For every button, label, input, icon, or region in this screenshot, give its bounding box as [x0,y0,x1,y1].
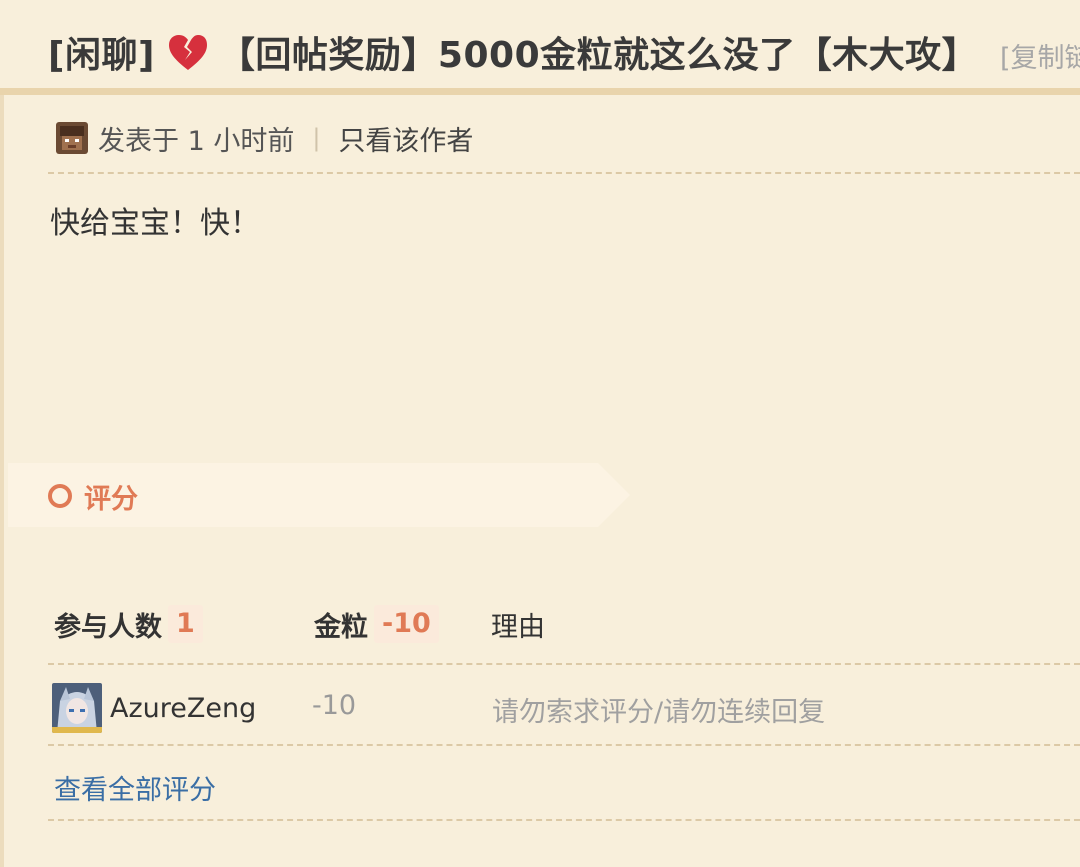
table-row: AzureZeng [52,682,256,734]
rating-title: 评分 [48,476,138,516]
broken-heart-icon [167,33,209,71]
rater-username[interactable]: AzureZeng [110,693,256,724]
copy-link-button[interactable]: [复制链 [1000,36,1080,75]
only-author-link[interactable]: 只看该作者 [338,119,473,158]
rating-title-text: 评分 [84,483,138,515]
table-divider [48,663,1080,665]
participants-count: 1 [168,605,203,643]
view-all-ratings-link[interactable]: 查看全部评分 [54,768,216,807]
thread-category[interactable]: [闲聊] [48,26,155,78]
participants-label: 参与人数 [54,611,162,643]
meta-divider [48,172,1080,174]
title-divider [0,88,1080,95]
post-meta: 发表于 1 小时前 | 只看该作者 [56,118,473,158]
gold-header: 金粒 -10 [314,604,439,644]
thread-title: [闲聊] 【回帖奖励】5000金粒就这么没了【木大攻】 [48,26,978,78]
footer-divider [48,819,1080,821]
rater-reason: 请勿索求评分/请勿连续回复 [492,697,826,728]
thread-header: [闲聊] 【回帖奖励】5000金粒就这么没了【木大攻】 [复制链 [0,0,1080,92]
post-content: 快给宝宝！快！ [50,206,260,241]
post-time: 发表于 1 小时前 [98,125,295,157]
participants-header: 参与人数 1 [54,604,203,644]
author-avatar[interactable] [56,122,88,154]
meta-separator: | [312,124,321,152]
reason-label: 理由 [491,611,545,643]
user-avatar[interactable] [52,683,102,733]
circle-icon [48,484,72,508]
gold-label: 金粒 [314,611,368,643]
reason-header: 理由 [491,604,545,644]
row-divider [48,744,1080,746]
left-border [0,0,4,867]
thread-title-text: 【回帖奖励】5000金粒就这么没了【木大攻】 [218,35,979,76]
rater-score: -10 [312,690,357,721]
gold-total: -10 [374,605,439,643]
